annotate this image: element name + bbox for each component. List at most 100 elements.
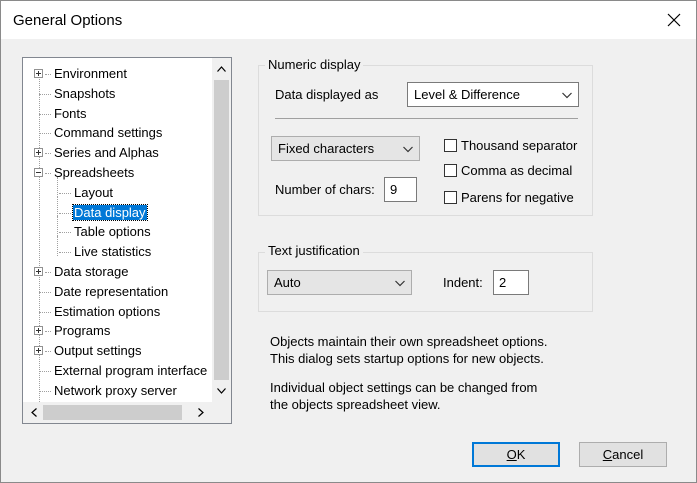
- thousand-separator-box: [444, 138, 457, 152]
- scroll-up-button[interactable]: [212, 60, 231, 78]
- options-tree-list: Environment Snapshots Fonts Command setting…: [23, 58, 212, 402]
- expand-icon[interactable]: [34, 346, 43, 356]
- tree-item-snapshots[interactable]: Snapshots: [53, 84, 116, 103]
- data-displayed-as-value: Level & Difference: [414, 87, 520, 102]
- tree-connector-line: [45, 351, 51, 353]
- parens-for-negative-label: Parens for negative: [461, 189, 574, 205]
- tree-item-external-program-interface[interactable]: External program interface: [53, 361, 208, 380]
- tree-item-label: Command settings: [54, 125, 163, 141]
- tree-item-label: Estimation options: [54, 303, 161, 319]
- ok-mnemonic: O: [506, 447, 517, 462]
- comma-as-decimal-box: [444, 163, 457, 177]
- tree-connector-line: [39, 133, 51, 135]
- tree-connector-line: [39, 371, 51, 372]
- tree-item-environment[interactable]: Environment: [53, 64, 128, 83]
- title-bar: General Options: [1, 1, 696, 39]
- tree-connector-line: [59, 192, 71, 194]
- tree-guide-line: [57, 196, 58, 217]
- tree-item-fonts[interactable]: Fonts: [53, 104, 88, 123]
- collapse-icon[interactable]: [34, 168, 43, 177]
- tree-connector-line: [59, 232, 71, 234]
- tree-horizontal-scroll-thumb[interactable]: [43, 405, 182, 420]
- number-format-select[interactable]: Fixed characters: [271, 136, 420, 161]
- text-justification-select[interactable]: Auto: [267, 270, 412, 295]
- expand-icon[interactable]: [34, 267, 43, 276]
- tree-item-series-and-alphas[interactable]: Series and Alphas: [53, 143, 160, 162]
- tree-connector-line: [45, 74, 51, 75]
- tree-item-estimation-options[interactable]: Estimation options: [53, 302, 161, 321]
- tree-connector-line: [45, 272, 51, 273]
- scroll-down-button[interactable]: [212, 382, 231, 400]
- tree-item-label: Network proxy server: [54, 382, 177, 398]
- indent-label: Indent:: [443, 275, 483, 290]
- number-format-value: Fixed characters: [278, 141, 375, 156]
- tree-item-label: Programs: [54, 323, 111, 339]
- scrollbar-corner: [212, 402, 231, 423]
- comma-as-decimal-checkbox[interactable]: Comma as decimal: [444, 161, 572, 179]
- tree-item-programs[interactable]: Programs: [53, 321, 111, 340]
- tree-connector-line: [39, 113, 51, 115]
- tree-item-label: Layout: [74, 184, 114, 200]
- tree-item-label: Snapshots: [54, 85, 116, 101]
- comma-as-decimal-label: Comma as decimal: [461, 162, 573, 178]
- indent-input[interactable]: 2: [493, 270, 529, 295]
- close-button[interactable]: [652, 1, 696, 39]
- options-tree[interactable]: Environment Snapshots Fonts Command setting…: [22, 57, 232, 424]
- close-icon: [667, 13, 681, 27]
- scroll-left-button[interactable]: [25, 402, 43, 423]
- parens-for-negative-checkbox[interactable]: Parens for negative: [444, 188, 574, 206]
- tree-item-spreadsheets[interactable]: Spreadsheets: [53, 163, 135, 182]
- expand-icon[interactable]: [34, 69, 43, 78]
- thousand-separator-label: Thousand separator: [461, 137, 578, 153]
- chevron-down-icon: [403, 146, 413, 153]
- tree-connector-line: [45, 331, 51, 333]
- cancel-label-rest: ancel: [612, 447, 644, 462]
- tree-item-label: Output settings: [54, 343, 142, 359]
- tree-item-output-settings[interactable]: Output settings: [53, 341, 142, 360]
- tree-item-data-display[interactable]: Data display: [72, 203, 148, 222]
- tree-connector-line: [39, 311, 51, 313]
- tree-item-label: Spreadsheets: [54, 165, 135, 180]
- chevron-down-icon: [217, 388, 226, 394]
- ok-label-rest: K: [516, 447, 526, 462]
- tree-item-label: Live statistics: [74, 244, 152, 260]
- scroll-right-button[interactable]: [192, 402, 210, 423]
- window-title: General Options: [13, 12, 123, 29]
- tree-item-live-statistics[interactable]: Live statistics: [73, 242, 152, 261]
- tree-item-network-proxy-server[interactable]: Network proxy server: [53, 381, 178, 400]
- info-line-1: Objects maintain their own spreadsheet o…: [270, 334, 548, 349]
- tree-horizontal-scrollbar[interactable]: [23, 402, 212, 423]
- data-displayed-as-select[interactable]: Level & Difference: [407, 82, 579, 107]
- info-line-3: Individual object settings can be change…: [270, 380, 538, 395]
- tree-item-date-representation[interactable]: Date representation: [53, 282, 169, 301]
- number-of-chars-input[interactable]: 9: [384, 177, 417, 202]
- tree-guide-line: [57, 236, 58, 256]
- tree-item-command-settings[interactable]: Command settings: [53, 123, 163, 142]
- expand-icon[interactable]: [34, 326, 43, 336]
- tree-item-table-options[interactable]: Table options: [73, 222, 152, 241]
- cancel-button[interactable]: Cancel: [579, 442, 667, 467]
- tree-item-label: External program interface: [54, 363, 208, 378]
- tree-vertical-scrollbar[interactable]: [212, 58, 231, 402]
- numeric-display-label: Numeric display: [265, 57, 364, 72]
- chevron-up-icon: [217, 66, 226, 72]
- chevron-right-icon: [198, 408, 204, 417]
- tree-item-layout[interactable]: Layout: [73, 183, 114, 202]
- number-of-chars-label: Number of chars:: [275, 182, 375, 197]
- thousand-separator-checkbox[interactable]: Thousand separator: [444, 136, 577, 154]
- tree-connector-line: [39, 93, 51, 95]
- tree-item-label: Date representation: [54, 283, 169, 299]
- tree-item-label: Table options: [74, 224, 151, 240]
- cancel-mnemonic: C: [602, 447, 613, 462]
- chevron-down-icon: [395, 280, 405, 287]
- info-line-2: This dialog sets startup options for new…: [270, 351, 544, 366]
- tree-guide-line: [57, 216, 58, 237]
- text-justification-label: Text justification: [265, 243, 363, 258]
- tree-connector-line: [39, 291, 51, 293]
- ok-button[interactable]: OK: [472, 442, 560, 467]
- tree-item-data-storage[interactable]: Data storage: [53, 262, 129, 281]
- tree-vertical-scroll-thumb[interactable]: [214, 80, 229, 380]
- chevron-left-icon: [31, 408, 37, 417]
- expand-icon[interactable]: [34, 148, 43, 158]
- tree-connector-line: [45, 153, 51, 155]
